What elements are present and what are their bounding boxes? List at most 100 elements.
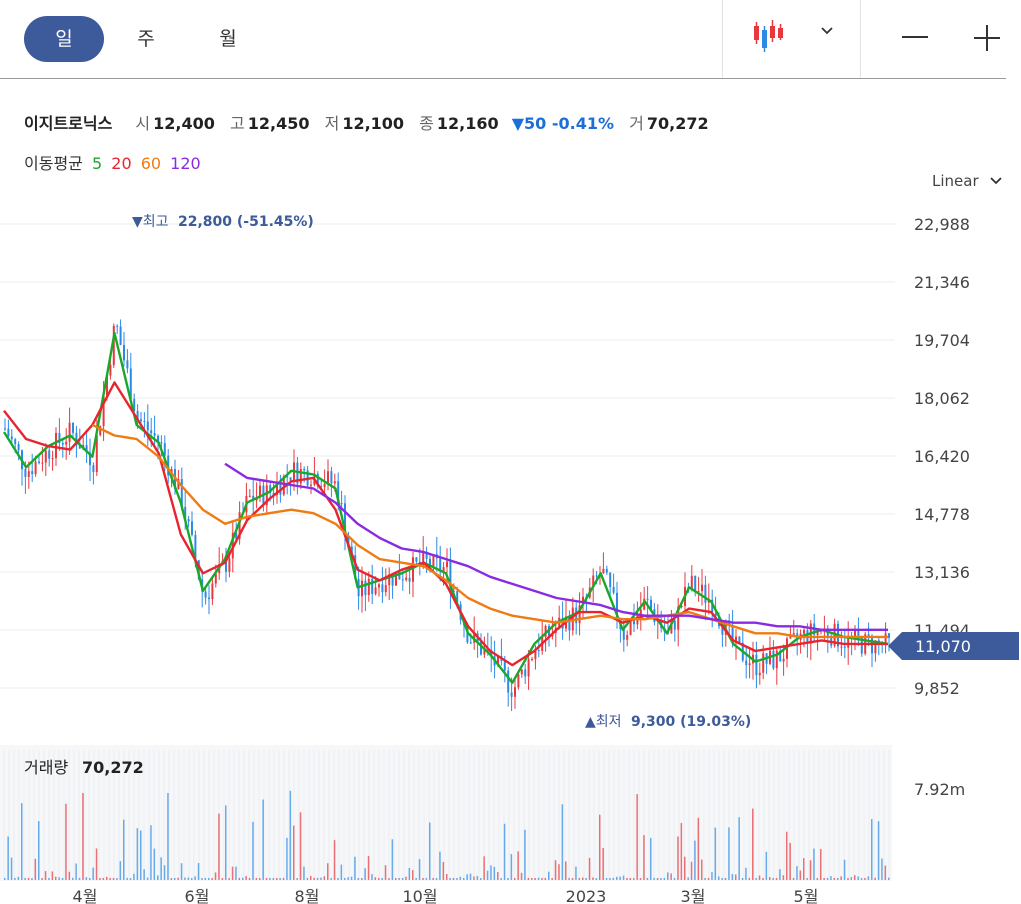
volume-bar — [881, 858, 883, 880]
volume-bar — [541, 877, 543, 880]
ma-line-60 — [91, 423, 888, 639]
candle-body — [24, 469, 27, 477]
volume-bar — [605, 878, 608, 880]
volume-bar — [463, 877, 465, 880]
volume-bar — [874, 877, 876, 880]
volume-bar — [653, 877, 655, 880]
price-chart[interactable]: 22,988 21,346 19,704 18,062 16,420 14,778 13,1… — [0, 0, 1021, 904]
volume-bar — [48, 877, 50, 880]
volume-bar — [296, 878, 298, 880]
volume-bar — [476, 875, 479, 880]
candle-body — [126, 360, 129, 369]
time-tick-label: 5월 — [794, 887, 819, 904]
volume-bar — [758, 875, 761, 880]
volume-bar — [612, 877, 615, 880]
low-marker-label: ▲최저 — [585, 714, 622, 730]
candle-body — [792, 633, 795, 635]
volume-bar — [609, 877, 611, 880]
volume-bar — [714, 827, 717, 880]
candle-body — [415, 557, 418, 562]
candle-body — [323, 483, 326, 488]
volume-bar — [871, 819, 873, 880]
volume-bar — [599, 814, 601, 880]
volume-bar — [813, 848, 815, 880]
candle-body — [517, 674, 520, 688]
time-tick-label: 8월 — [295, 887, 320, 904]
volume-bar — [316, 877, 319, 880]
volume-bar — [789, 842, 791, 880]
volume-bar — [490, 865, 492, 880]
candle-body — [758, 672, 761, 676]
volume-bar — [667, 872, 669, 880]
volume-bar — [259, 877, 261, 880]
volume-bar — [469, 873, 472, 880]
volume-bar — [289, 790, 292, 880]
volume-bar — [27, 877, 30, 880]
volume-bar — [724, 877, 727, 880]
candle-body — [340, 503, 343, 505]
volume-bar — [860, 878, 863, 880]
volume-bar — [687, 877, 689, 880]
volume-bar — [21, 803, 23, 880]
volume-bar — [180, 863, 183, 880]
candle-body — [146, 421, 149, 431]
candle-body — [378, 584, 380, 588]
volume-bar — [524, 829, 526, 880]
candle-body — [595, 575, 598, 577]
volume-bar — [10, 857, 13, 880]
candle-body — [364, 580, 367, 596]
volume-bar — [537, 877, 540, 880]
volume-bar — [157, 875, 159, 880]
candle-body — [367, 578, 370, 596]
candle-body — [44, 450, 47, 463]
volume-bar — [106, 876, 108, 880]
volume-bar — [643, 835, 645, 880]
price-tick-label: 21,346 — [914, 273, 970, 292]
volume-bar — [82, 792, 84, 880]
candle-body — [27, 471, 30, 477]
candle-body — [748, 663, 751, 666]
candle-body — [408, 577, 411, 582]
volume-bar — [72, 877, 74, 880]
volume-bar — [333, 840, 336, 880]
volume-bar — [449, 877, 451, 880]
candle-body — [92, 465, 95, 472]
volume-bar — [68, 871, 71, 880]
volume-bar — [89, 877, 91, 880]
volume-bar — [646, 877, 649, 880]
volume-bar — [384, 865, 387, 880]
volume-bar — [466, 874, 468, 880]
volume-bar — [701, 859, 703, 880]
volume-bar — [242, 877, 244, 880]
volume-bar — [435, 877, 438, 880]
candle-body — [371, 578, 374, 594]
volume-bar — [456, 877, 458, 880]
candle-body — [119, 326, 122, 346]
volume-bar — [850, 877, 853, 880]
price-tick-label: 9,852 — [914, 679, 960, 698]
volume-bar — [765, 851, 768, 880]
candle-body — [248, 495, 251, 497]
candle-body — [48, 450, 51, 459]
volume-bar — [602, 847, 604, 880]
volume-bar — [799, 870, 802, 880]
volume-bar — [429, 822, 431, 880]
candle-body — [520, 669, 523, 675]
volume-bar — [769, 877, 771, 880]
volume-bar — [231, 866, 234, 880]
volume-bar — [877, 821, 880, 880]
volume-bar — [391, 839, 394, 880]
volume-bar — [378, 877, 380, 880]
volume-bar — [75, 863, 77, 880]
volume-bar — [395, 877, 397, 880]
volume-bar — [7, 836, 9, 880]
volume-bar — [211, 877, 213, 880]
candle-body — [405, 577, 408, 581]
candle-body — [150, 430, 153, 434]
candle-body — [673, 620, 676, 630]
price-tick-label: 18,062 — [914, 389, 970, 408]
volume-bar — [299, 812, 302, 880]
volume-bar — [225, 805, 227, 880]
volume-bar — [92, 867, 94, 880]
candle-body — [204, 591, 207, 598]
